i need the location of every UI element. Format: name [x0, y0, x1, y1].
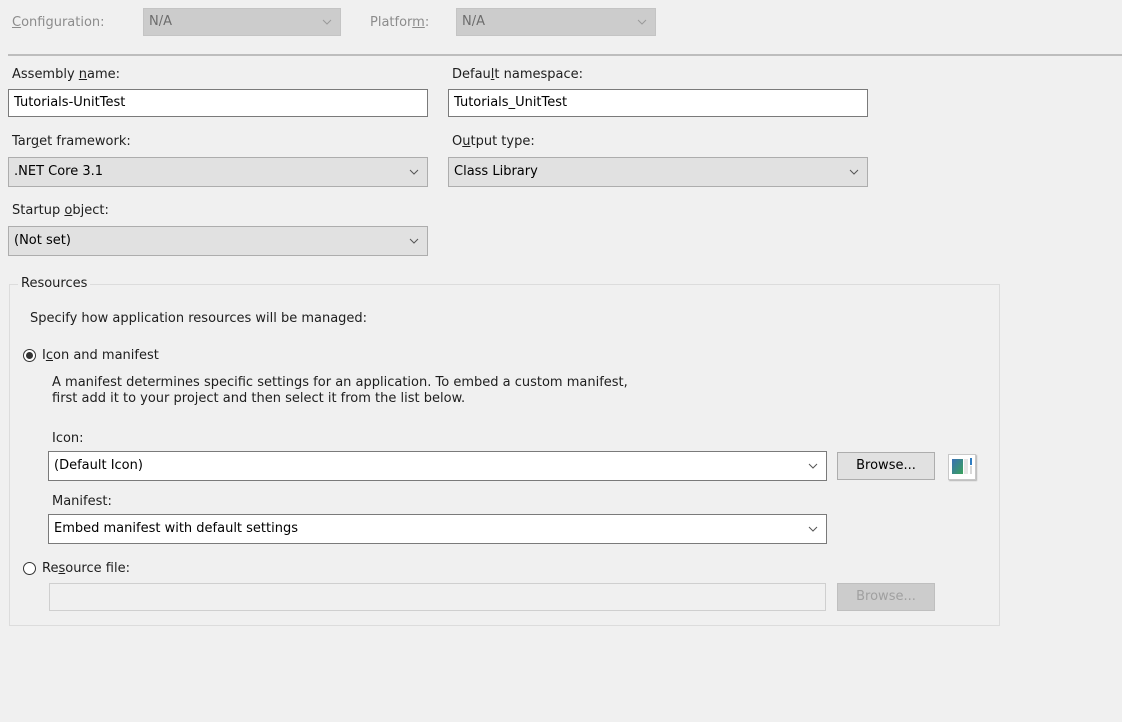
assembly-name-label: Assembly name: — [12, 67, 121, 82]
startup-object-combo[interactable]: (Not set) — [8, 226, 428, 256]
target-framework-value: .NET Core 3.1 — [14, 164, 104, 179]
startup-object-label: Startup object: — [12, 203, 109, 218]
default-namespace-label: Default namespace: — [452, 67, 584, 82]
icon-label: Icon: — [52, 431, 84, 446]
default-namespace-input[interactable]: Tutorials_UnitTest — [448, 89, 868, 117]
chevron-down-icon — [322, 9, 332, 35]
icon-combo[interactable]: (Default Icon) — [48, 451, 827, 481]
resources-description: Specify how application resources will b… — [30, 311, 368, 326]
chevron-down-icon — [409, 158, 419, 186]
startup-object-value: (Not set) — [14, 233, 71, 248]
resource-file-label[interactable]: Resource file: — [42, 561, 130, 577]
app-icon-glyph — [952, 458, 972, 474]
header-separator — [8, 54, 1122, 56]
target-framework-combo[interactable]: .NET Core 3.1 — [8, 157, 428, 187]
output-type-label: Output type: — [452, 134, 535, 149]
target-framework-label: Target framework: — [12, 134, 131, 149]
platform-value: N/A — [462, 14, 485, 29]
resource-file-input[interactable] — [49, 583, 826, 611]
manifest-help-line-2: first add it to your project and then se… — [52, 391, 466, 406]
manifest-help-line-1: A manifest determines specific settings … — [52, 375, 628, 390]
resource-file-browse-button[interactable]: Browse... — [837, 583, 935, 611]
output-type-combo[interactable]: Class Library — [448, 157, 868, 187]
manifest-value: Embed manifest with default settings — [54, 521, 298, 536]
icon-and-manifest-radio[interactable] — [23, 349, 36, 362]
icon-value: (Default Icon) — [54, 458, 143, 473]
configuration-value: N/A — [149, 14, 172, 29]
resource-file-radio[interactable] — [23, 562, 36, 575]
application-icon-preview — [948, 454, 976, 480]
icon-browse-button[interactable]: Browse... — [837, 452, 935, 480]
chevron-down-icon — [409, 227, 419, 255]
platform-combo[interactable]: N/A — [456, 8, 656, 36]
configuration-label: Configuration: — [12, 15, 105, 30]
manifest-label: Manifest: — [52, 494, 112, 509]
chevron-down-icon — [808, 515, 818, 543]
assembly-name-input[interactable]: Tutorials-UnitTest — [8, 89, 428, 117]
chevron-down-icon — [637, 9, 647, 35]
chevron-down-icon — [808, 452, 818, 480]
chevron-down-icon — [849, 158, 859, 186]
output-type-value: Class Library — [454, 164, 538, 179]
platform-label: Platform: — [370, 15, 430, 30]
configuration-combo[interactable]: N/A — [143, 8, 341, 36]
icon-and-manifest-label[interactable]: Icon and manifest — [42, 348, 159, 364]
resources-title: Resources — [18, 276, 91, 292]
manifest-combo[interactable]: Embed manifest with default settings — [48, 514, 827, 544]
radio-selected-dot — [26, 352, 33, 359]
